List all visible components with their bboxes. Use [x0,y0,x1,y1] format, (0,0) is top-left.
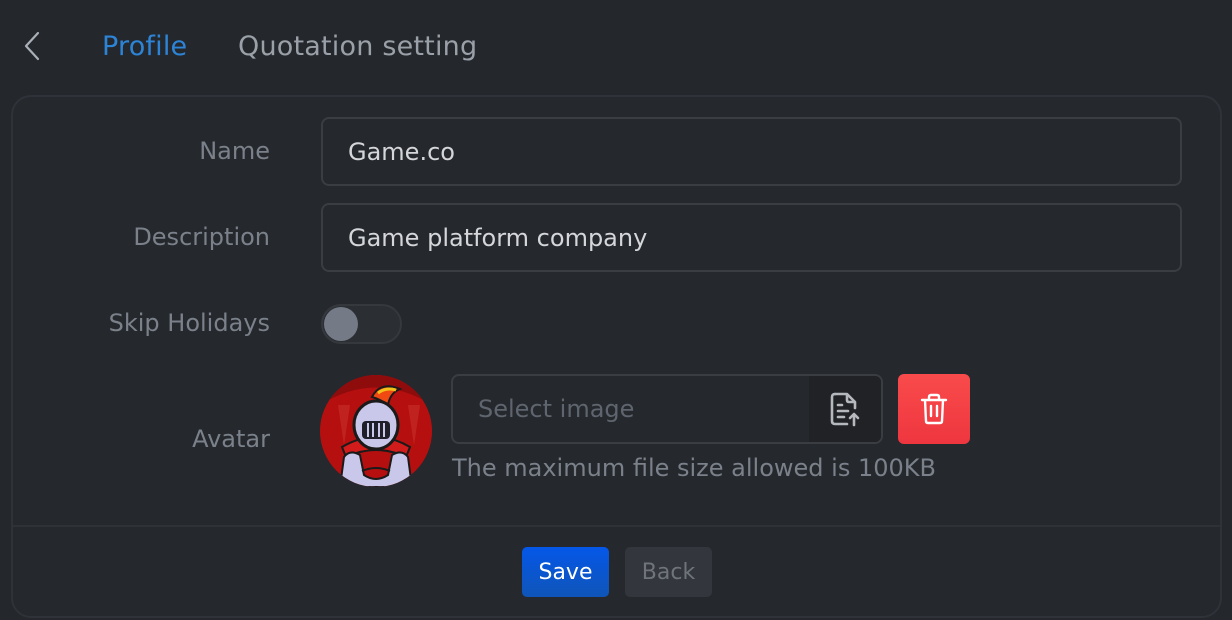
file-upload-icon [830,392,860,427]
knight-mascot-icon [320,375,432,487]
description-input-value: Game platform company [348,223,648,252]
delete-avatar-button[interactable] [898,374,970,444]
footer-divider [13,525,1220,527]
file-size-hint: The maximum file size allowed is 100KB [452,454,936,482]
description-label: Description [133,223,270,251]
chevron-left-icon[interactable] [22,30,42,62]
toggle-knob [324,307,358,341]
profile-form-card: Name Game.co Description Game platform c… [11,95,1222,618]
tab-profile[interactable]: Profile [102,28,187,66]
avatar-image [320,375,432,487]
name-label: Name [199,137,270,165]
name-input[interactable]: Game.co [321,117,1182,186]
trash-icon [920,393,948,425]
save-button[interactable]: Save [522,547,609,597]
upload-file-button[interactable] [809,376,881,442]
tab-quotation-setting[interactable]: Quotation setting [238,28,477,66]
avatar-label: Avatar [192,425,270,453]
skip-holidays-toggle[interactable] [321,304,402,344]
top-bar: Profile Quotation setting [0,0,1232,94]
description-input[interactable]: Game platform company [321,203,1182,272]
file-input-placeholder: Select image [478,395,635,423]
skip-holidays-label: Skip Holidays [108,309,270,337]
avatar-file-input[interactable]: Select image [451,374,883,444]
name-input-value: Game.co [348,137,455,166]
back-button[interactable]: Back [625,547,712,597]
